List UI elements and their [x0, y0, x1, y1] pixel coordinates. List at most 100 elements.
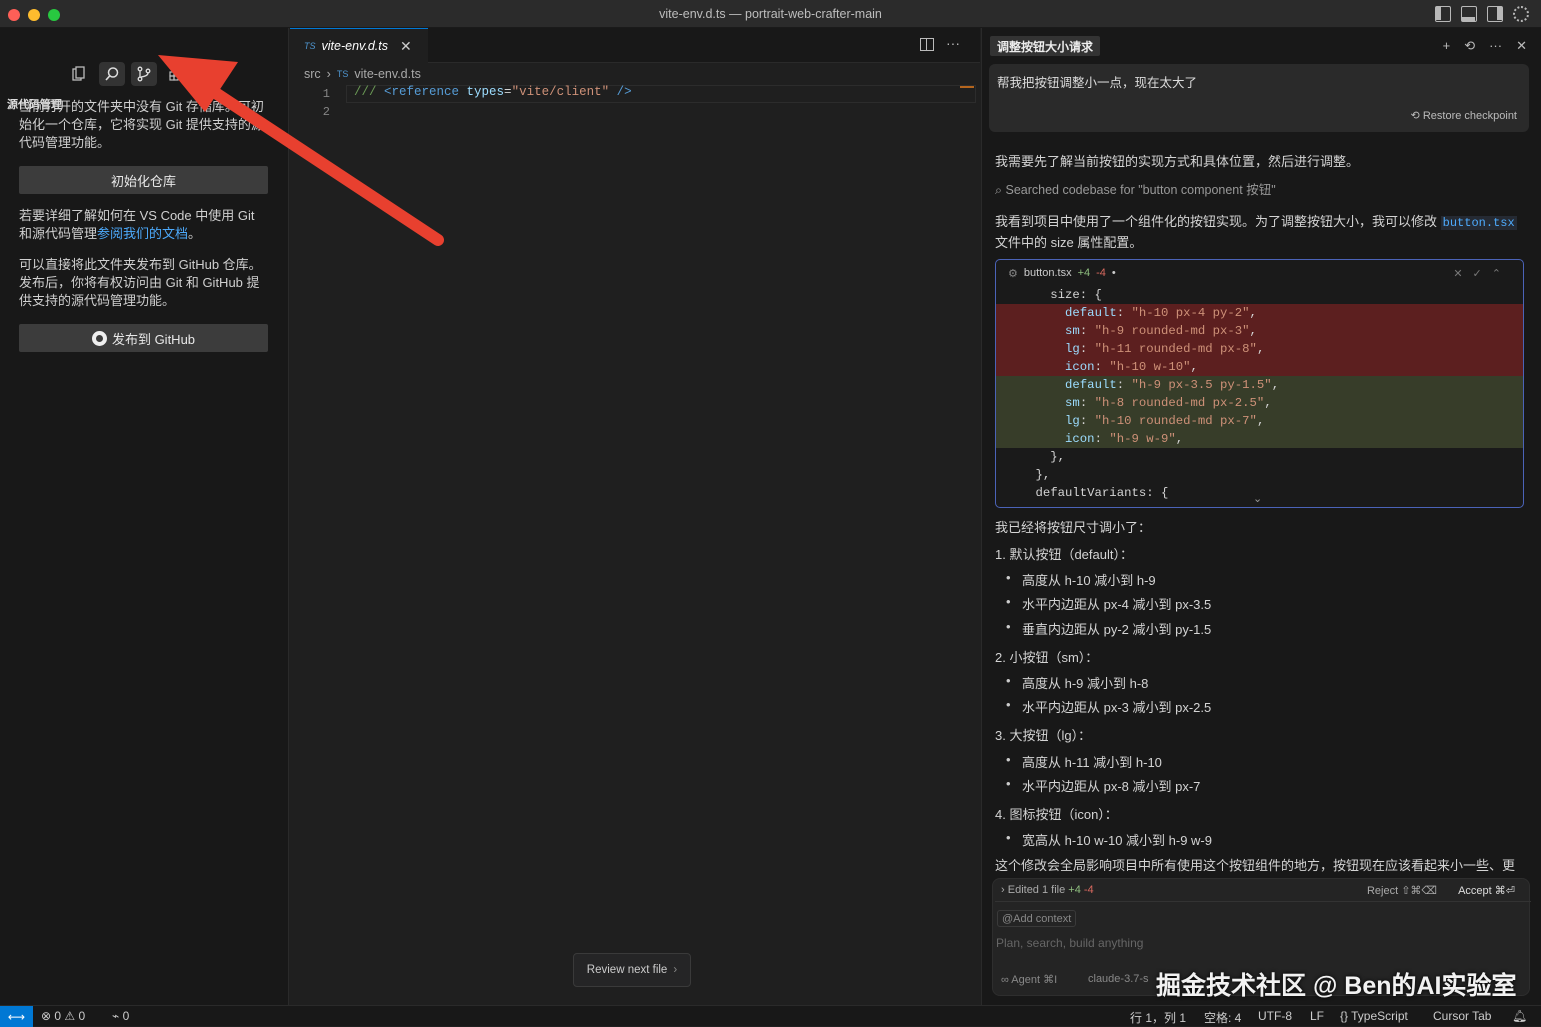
- accept-button[interactable]: Accept ⌘⏎: [1458, 884, 1515, 897]
- error-count: 0: [54, 1009, 62, 1023]
- breadcrumb-folder[interactable]: src: [304, 67, 321, 81]
- code-card-file: button.tsx: [1023, 267, 1072, 279]
- publish-github-label: 发布到 GitHub: [111, 331, 196, 347]
- notifications-bell-icon[interactable]: 🔔︎: [1512, 1009, 1527, 1023]
- source-control-sidebar: 源代码管理 当前打开的文件夹中没有 Git 存储库。可初始化一个仓库，它将实现 …: [0, 28, 289, 1005]
- encoding[interactable]: UTF-8: [1258, 1009, 1292, 1023]
- search-step: ⌕ Searched codebase for "button componen…: [995, 181, 1525, 200]
- code-close: />: [609, 85, 632, 99]
- user-message-box[interactable]: 帮我把按钮调整小一点，现在太大了 ⟲ Restore checkpoint: [989, 64, 1529, 132]
- diff-line: },: [1006, 450, 1066, 464]
- broadcast-icon: ⌁: [112, 1009, 123, 1023]
- expand-chevron-down-icon[interactable]: ⌄: [1253, 492, 1262, 505]
- source-control-icon[interactable]: [131, 62, 157, 86]
- cursor-tab-status[interactable]: Cursor Tab: [1433, 1009, 1491, 1023]
- language-mode[interactable]: {} TypeScript: [1340, 1009, 1408, 1023]
- diff-code-lines: size: { default: "h-10 px-4 py-2", sm: "…: [996, 286, 1523, 502]
- toggle-panel-icon[interactable]: [1461, 6, 1477, 22]
- line-ending[interactable]: LF: [1310, 1009, 1324, 1023]
- chat-input-placeholder[interactable]: Plan, search, build anything: [996, 936, 1143, 950]
- list-item: 高度从 h-10 减小到 h-9: [1006, 570, 1156, 589]
- code-card-additions: +4: [1077, 267, 1091, 279]
- line-number: 1: [322, 87, 330, 101]
- close-icon[interactable]: ✕: [1516, 38, 1527, 54]
- app-window: vite-env.d.ts — portrait-web-crafter-mai…: [0, 0, 1541, 1027]
- done-message: 我已经将按钮尺寸调小了：: [995, 520, 1152, 535]
- line-number: 2: [322, 105, 330, 119]
- close-tab-icon[interactable]: ✕: [400, 38, 412, 55]
- msg2-text-2: 文件中的 size 属性配置。: [995, 235, 1143, 250]
- breadcrumb-file[interactable]: vite-env.d.ts: [354, 67, 420, 81]
- editor-tabs: TS vite-env.d.ts ✕ ···: [290, 28, 980, 63]
- problems-indicator[interactable]: ⊗ 0 ⚠ 0: [41, 1009, 85, 1023]
- edited-summary[interactable]: › Edited 1 file +4 -4: [1001, 884, 1094, 896]
- list-item: 高度从 h-9 减小到 h-8: [1006, 673, 1148, 692]
- code-value: "vite/client": [511, 85, 610, 99]
- at-icon: @: [1002, 912, 1014, 925]
- typescript-file-icon: TS: [304, 41, 316, 51]
- list-item: 水平内边距从 px-3 减小到 px-2.5: [1006, 697, 1211, 716]
- review-next-file-button[interactable]: Review next file ›: [573, 953, 691, 987]
- list-heading: 4. 图标按钮（icon）：: [995, 807, 1118, 822]
- extensions-icon[interactable]: [163, 62, 189, 86]
- more-actions-icon[interactable]: ···: [946, 35, 960, 51]
- ports-indicator[interactable]: ⌁ 0: [112, 1009, 129, 1023]
- chat-tab-title[interactable]: 调整按钮大小请求: [990, 36, 1101, 56]
- edited-additions: +4: [1068, 884, 1081, 896]
- tab-label: vite-env.d.ts: [321, 39, 388, 53]
- file-reference[interactable]: button.tsx: [1440, 216, 1517, 230]
- toggle-secondary-sidebar-icon[interactable]: [1487, 6, 1503, 22]
- code-tag: <reference: [384, 85, 460, 99]
- diff-line: lg: "h-11 rounded-md px-8",: [996, 340, 1523, 358]
- split-editor-icon[interactable]: [920, 38, 934, 51]
- diff-line: icon: "h-10 w-10",: [996, 358, 1523, 376]
- diff-line: default: "h-9 px-3.5 py-1.5",: [996, 376, 1523, 394]
- window-title: vite-env.d.ts — portrait-web-crafter-mai…: [659, 7, 882, 21]
- edited-deletions: -4: [1083, 884, 1094, 896]
- diff-line: default: "h-10 px-4 py-2",: [996, 304, 1523, 322]
- assistant-message-2: 我看到项目中使用了一个组件化的按钮实现。为了调整按钮大小，我可以修改 butto…: [995, 212, 1525, 252]
- model-selector[interactable]: claude-3.7-s: [1088, 973, 1149, 985]
- status-bar: ⟷ ⊗ 0 ⚠ 0 ⌁ 0 行 1，列 1 空格: 4 UTF-8 LF {} …: [0, 1005, 1541, 1027]
- list-item: 水平内边距从 px-8 减小到 px-7: [1006, 776, 1200, 795]
- restore-checkpoint-button[interactable]: ⟲ Restore checkpoint: [1411, 109, 1517, 122]
- list-heading: 3. 大按钮（lg）：: [995, 728, 1092, 743]
- list-heading: 1. 默认按钮（default）：: [995, 547, 1133, 562]
- code-line-1[interactable]: /// <reference types="vite/client" />: [354, 85, 632, 99]
- typescript-file-icon: TS: [336, 69, 349, 79]
- more-icon[interactable]: ···: [1489, 38, 1502, 54]
- search-icon[interactable]: [99, 62, 125, 86]
- chevron-right-icon: ›: [326, 67, 331, 81]
- settings-gear-icon[interactable]: [1513, 6, 1529, 22]
- code-card-deletions: -4: [1096, 267, 1106, 279]
- no-repo-message: 当前打开的文件夹中没有 Git 存储库。可初始化一个仓库，它将实现 Git 提供…: [19, 99, 264, 150]
- agent-mode-selector[interactable]: ∞ Agent ⌘I: [1001, 973, 1057, 986]
- search-step-text: Searched codebase for "button component …: [1005, 183, 1276, 197]
- init-repo-button[interactable]: 初始化仓库: [19, 166, 268, 194]
- tab-vite-env[interactable]: TS vite-env.d.ts ✕: [290, 28, 428, 63]
- reject-button[interactable]: Reject ⇧⌘⌫: [1367, 884, 1437, 897]
- watermark: 掘金技术社区 @ Ben的AI实验室: [1156, 972, 1517, 1000]
- cursor-position[interactable]: 行 1，列 1: [1130, 1009, 1186, 1026]
- github-icon: [91, 330, 107, 346]
- infinity-icon: ∞: [1001, 974, 1012, 986]
- card-actions-icon[interactable]: ✕✓⌃: [1453, 267, 1511, 280]
- warning-icon: ⚠: [64, 1009, 79, 1023]
- diff-line: },: [1006, 468, 1051, 482]
- agent-mode-label: Agent ⌘I: [1011, 974, 1058, 986]
- docs-link[interactable]: 参阅我们的文档: [97, 226, 188, 241]
- add-context-button[interactable]: @ Add context: [997, 910, 1077, 927]
- new-chat-plus-icon[interactable]: +: [1443, 38, 1451, 54]
- code-diff-card[interactable]: ⚙ button.tsx +4 -4 • ✕✓⌃ size: { default…: [995, 259, 1524, 508]
- indentation[interactable]: 空格: 4: [1204, 1009, 1241, 1026]
- code-attr: types: [459, 85, 505, 99]
- warning-count: 0: [78, 1009, 86, 1023]
- toggle-primary-sidebar-icon[interactable]: [1435, 6, 1451, 22]
- more-views-chevron-down-icon[interactable]: [195, 62, 221, 86]
- diff-line: sm: "h-9 rounded-md px-3",: [996, 322, 1523, 340]
- explorer-icon[interactable]: [66, 62, 92, 86]
- remote-indicator-icon[interactable]: ⟷: [0, 1006, 33, 1027]
- review-next-file-label: Review next file: [586, 964, 668, 976]
- history-icon[interactable]: ⟲: [1464, 38, 1475, 54]
- publish-github-button[interactable]: 发布到 GitHub: [19, 324, 268, 352]
